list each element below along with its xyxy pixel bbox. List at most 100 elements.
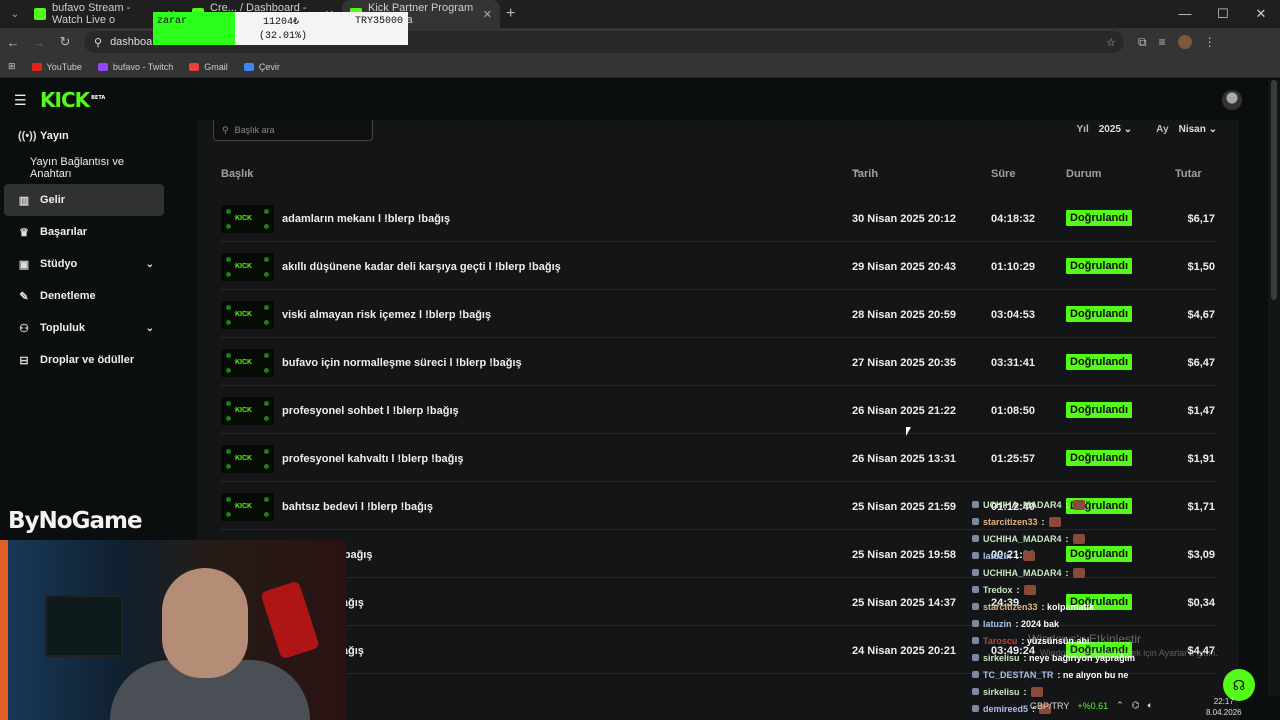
extensions-icon[interactable]: ⧉ xyxy=(1138,35,1147,50)
column-header-duration[interactable]: Süre xyxy=(991,168,1015,180)
volume-icon[interactable]: 🔈︎ xyxy=(1148,700,1153,711)
stream-thumbnail[interactable]: KICK xyxy=(221,253,274,281)
chat-text: : xyxy=(1065,567,1069,578)
bookmark-youtube[interactable]: YouTube xyxy=(31,62,82,72)
chat-username: latuzin xyxy=(983,618,1012,629)
column-header-status[interactable]: Durum xyxy=(1066,168,1101,180)
month-select[interactable]: Nisan ⌄ xyxy=(1179,124,1217,135)
chat-message: TC_DESTAN_TR: ne alıyon bu ne xyxy=(972,666,1182,683)
sidebar-item-yayin[interactable]: ((•)) Yayın xyxy=(4,120,164,152)
scrollbar-thumb[interactable] xyxy=(1271,80,1277,300)
bookmark-gmail[interactable]: Gmail xyxy=(189,62,228,72)
sidebar-item-stream-key[interactable]: Yayın Bağlantısı ve Anahtarı xyxy=(4,152,164,184)
chat-overlay: UCHIHA_MADAR4: starcitizen33: UCHIHA_MADAR… xyxy=(972,496,1182,717)
profile-avatar[interactable] xyxy=(1177,34,1192,49)
column-header-amount[interactable]: Tutar xyxy=(1175,168,1202,180)
site-info-icon[interactable]: ⚲ xyxy=(94,36,102,49)
stream-thumbnail[interactable]: KICK xyxy=(221,445,274,473)
app-header: ☰ KICK BETA xyxy=(0,80,1268,120)
stream-thumbnail[interactable]: KICK xyxy=(221,349,274,377)
media-icon[interactable]: ≡ xyxy=(1159,35,1166,50)
network-icon[interactable]: ⌬ xyxy=(1132,700,1140,711)
table-row[interactable]: KICK akıllı düşünene kadar deli karşıya g… xyxy=(221,242,1215,290)
sidebar-item-gelir[interactable]: ▥ Gelir xyxy=(4,184,164,216)
sidebar-item-label: Stüdyo xyxy=(40,258,78,270)
activation-watermark: Windows'u Etkinleştir xyxy=(1028,632,1141,646)
toolbar-icons: ⧉ ≡ ⋮ xyxy=(1138,34,1216,50)
thumbnail-dot xyxy=(226,401,231,406)
table-row[interactable]: KICK viski almayan risk içemez l !blerp !… xyxy=(221,290,1215,338)
stream-thumbnail[interactable]: KICK xyxy=(221,301,274,329)
thumbnail-logo: KICK xyxy=(235,407,253,414)
search-icon: ⚲ xyxy=(222,124,229,135)
bookmark-label: bufavo - Twitch xyxy=(112,61,174,72)
stream-thumbnail[interactable]: KICK xyxy=(221,397,274,425)
sidebar-item-studyo[interactable]: ▣ Stüdyo ⌄ xyxy=(4,248,164,280)
kick-logo[interactable]: KICK BETA xyxy=(40,88,105,112)
menu-icon[interactable]: ☰ xyxy=(14,92,27,109)
stream-thumbnail[interactable]: KICK xyxy=(221,493,274,521)
thumbnail-dot xyxy=(264,464,269,469)
close-tab-icon[interactable]: ✕ xyxy=(483,8,492,21)
tab-search-button[interactable]: ⌄ xyxy=(4,3,26,25)
thumbnail-dot xyxy=(264,512,269,517)
column-header-title[interactable]: Başlık xyxy=(221,168,253,180)
webcam-overlay xyxy=(0,540,346,720)
reload-icon[interactable]: ↻ xyxy=(52,34,78,50)
logo-text: KICK xyxy=(40,88,90,112)
chevron-up-icon[interactable]: ⌃ xyxy=(1116,700,1124,711)
menu-dots-icon[interactable]: ⋮ xyxy=(1204,35,1216,50)
stream-date: 25 Nisan 2025 14:37 xyxy=(852,597,956,609)
thumbnail-dot xyxy=(264,449,269,454)
chat-text: : 2024 bak xyxy=(1015,618,1060,629)
sidebar-item-droplar[interactable]: ⊟ Droplar ve ödüller xyxy=(4,344,164,376)
system-clock[interactable]: 22:17 8.04.2026 xyxy=(1206,696,1242,718)
currency-pair[interactable]: GBP/TRY xyxy=(1030,701,1069,711)
close-window-icon[interactable]: ✕ xyxy=(1242,6,1280,22)
forward-icon[interactable]: → xyxy=(26,35,52,50)
sidebar-item-basarilar[interactable]: ♛ Başarılar xyxy=(4,216,164,248)
table-row[interactable]: KICK profesyonel kahvaltı l !blerp !bağış… xyxy=(221,434,1215,482)
table-row[interactable]: KICK bufavo için normalleşme süreci l !bl… xyxy=(221,338,1215,386)
year-select[interactable]: 2025 ⌄ xyxy=(1099,124,1132,135)
stream-duration: 03:04:53 xyxy=(991,309,1036,321)
bookmark-twitch[interactable]: bufavo - Twitch xyxy=(97,61,174,72)
chat-badge-icon xyxy=(972,620,979,627)
chat-text: : xyxy=(1065,499,1069,510)
apps-grid-icon[interactable]: ⊞ xyxy=(8,61,16,72)
sidebar-item-topluluk[interactable]: ⚇ Topluluk ⌄ xyxy=(4,312,164,344)
chat-badge-icon xyxy=(972,671,979,678)
thumbnail-dot xyxy=(226,368,231,373)
search-input[interactable]: ⚲ Başlık ara xyxy=(213,120,373,141)
stream-amount: $1,71 xyxy=(1187,501,1215,513)
table-row[interactable]: KICK adamların mekanı l !blerp !bağış 30 N… xyxy=(221,194,1215,242)
maximize-icon[interactable]: ☐ xyxy=(1204,6,1242,22)
stream-amount: $1,47 xyxy=(1187,405,1215,417)
bookmark-star-icon[interactable]: ☆ xyxy=(1106,36,1116,49)
chat-emote xyxy=(1022,550,1035,561)
stream-title: profesyonel kahvaltı l !blerp !bağış xyxy=(282,453,464,465)
stream-date: 29 Nisan 2025 20:43 xyxy=(852,261,956,273)
chat-username: UCHIHA_MADAR4 xyxy=(983,533,1062,544)
bookmark-translate[interactable]: Çevir xyxy=(243,62,280,72)
minimize-icon[interactable]: — xyxy=(1166,6,1204,22)
sidebar-item-denetleme[interactable]: ✎ Denetleme xyxy=(4,280,164,312)
kick-favicon-icon xyxy=(34,8,46,20)
new-tab-button[interactable]: + xyxy=(506,5,515,23)
back-icon[interactable]: ← xyxy=(0,35,26,50)
table-row[interactable]: KICK profesyonel sohbet l !blerp !bağış 26… xyxy=(221,386,1215,434)
activation-watermark-sub: Windows'u etkinleştirmek için Ayarlar'a … xyxy=(1040,648,1218,658)
search-placeholder: Başlık ara xyxy=(234,125,275,135)
chat-emote xyxy=(1048,516,1061,527)
stream-thumbnail[interactable]: KICK xyxy=(221,205,274,233)
thumbnail-logo: KICK xyxy=(235,359,253,366)
page-scrollbar[interactable] xyxy=(1268,80,1280,696)
chat-emote xyxy=(1030,686,1043,697)
tab-title: bufavo Stream - Watch Live o xyxy=(52,2,131,26)
clock-time: 22:17 xyxy=(1213,697,1234,706)
microphone xyxy=(260,580,320,660)
user-avatar[interactable] xyxy=(1222,90,1242,110)
thumbnail-dot xyxy=(264,272,269,277)
thumbnail-logo: KICK xyxy=(235,455,253,462)
thumbnail-dot xyxy=(264,209,269,214)
